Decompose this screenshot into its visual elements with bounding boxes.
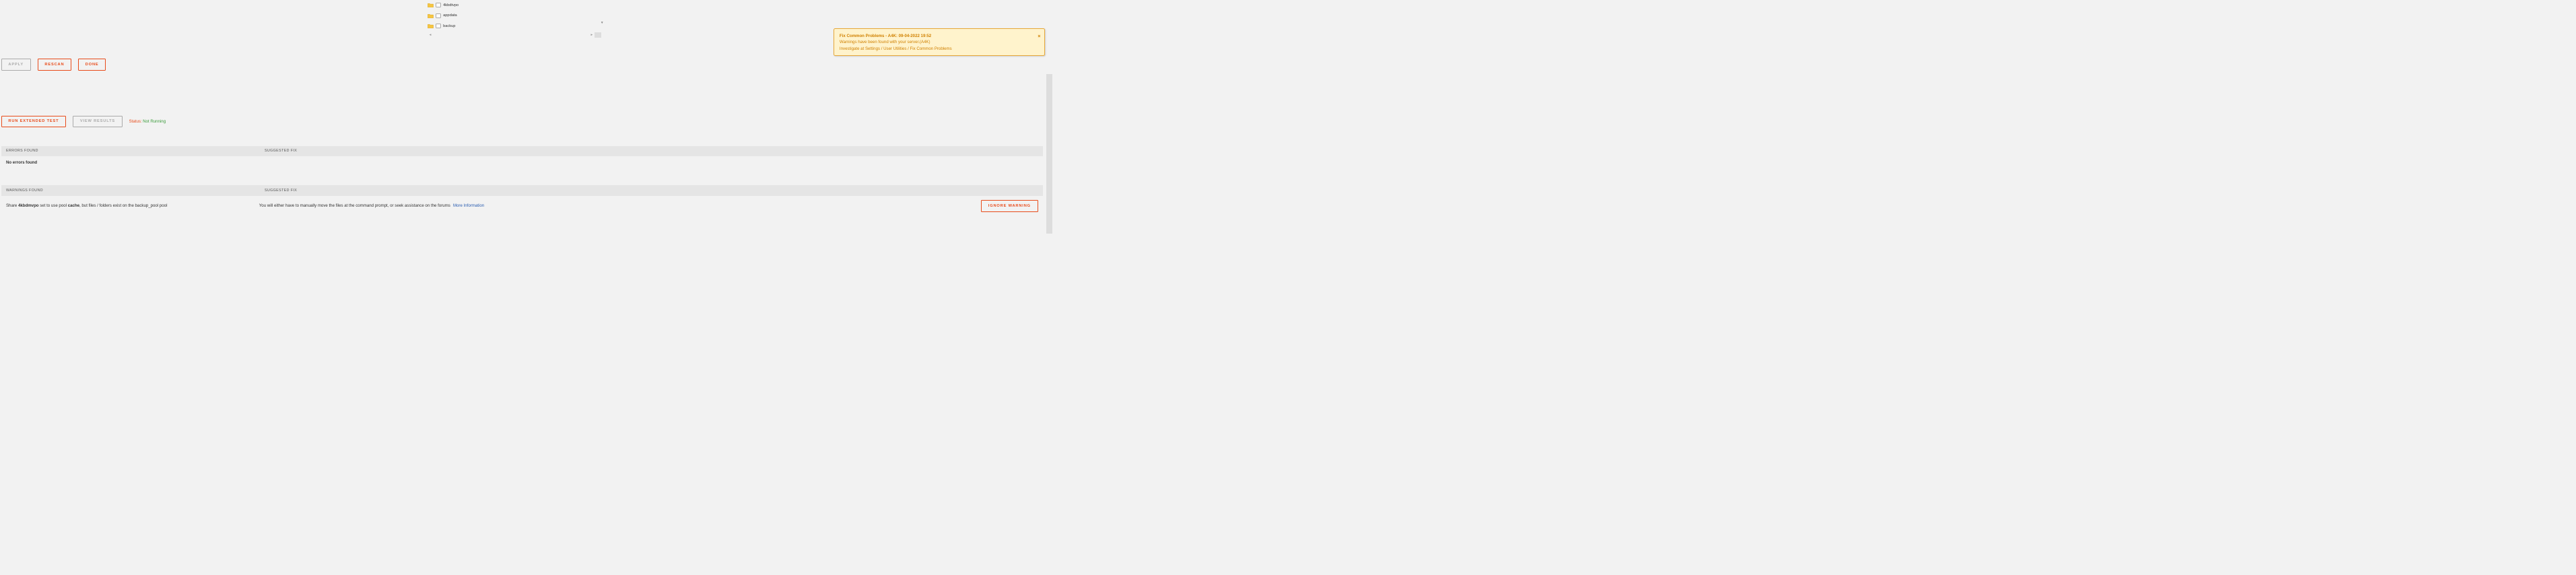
warning-description: Share 4kbdmvpo set to use pool cache, bu… (6, 203, 259, 209)
chevron-down-icon[interactable]: ▼ (601, 22, 604, 25)
vertical-scrollbar[interactable] (1046, 74, 1052, 234)
warning-pool-name: cache (68, 203, 79, 208)
notification-line: Warnings have been found with your serve… (840, 39, 1036, 45)
warning-post: , but files / folders exist on the backu… (79, 203, 167, 208)
action-button-row: Apply Rescan Done (1, 59, 106, 71)
no-errors-text: No errors found (6, 160, 37, 165)
folder-icon (428, 24, 434, 28)
status-value: Not Running (143, 119, 166, 124)
status-label: Status: (129, 119, 142, 124)
errors-header: ERRORS FOUND SUGGESTED FIX (1, 146, 1043, 157)
notification-toast: × Fix Common Problems - A4K: 09-04-2022 … (834, 28, 1046, 56)
folder-icon (428, 13, 434, 18)
warning-pre: Share (6, 203, 18, 208)
run-extended-test-button[interactable]: Run Extended Test (1, 116, 67, 128)
errors-header-left: ERRORS FOUND (6, 149, 265, 153)
warnings-row: Share 4kbdmvpo set to use pool cache, bu… (1, 196, 1043, 215)
tree-row[interactable]: backup (425, 21, 604, 32)
tree-row[interactable]: appdata (425, 11, 604, 22)
folder-icon (428, 3, 434, 7)
done-button[interactable]: Done (78, 59, 106, 71)
tree-row[interactable]: 4kbdtvpo (425, 0, 604, 11)
ignore-warning-button[interactable]: Ignore Warning (981, 200, 1038, 212)
warning-mid: set to use pool (39, 203, 68, 208)
tree-checkbox[interactable] (436, 24, 440, 28)
warning-share-name: 4kbdmvpo (18, 203, 39, 208)
scroll-thumb[interactable] (595, 32, 601, 38)
view-results-button: View Results (73, 116, 123, 128)
tree-item-label: 4kbdtvpo (443, 3, 459, 7)
warnings-header: WARNINGS FOUND SUGGESTED FIX (1, 185, 1043, 196)
errors-header-right: SUGGESTED FIX (265, 149, 1038, 153)
tree-item-label: backup (443, 24, 455, 28)
warnings-section: WARNINGS FOUND SUGGESTED FIX Share 4kbdm… (1, 185, 1043, 215)
errors-section: ERRORS FOUND SUGGESTED FIX No errors fou… (1, 146, 1043, 169)
notification-title: Fix Common Problems - A4K: 09-04-2022 19… (840, 33, 1036, 39)
warnings-header-right: SUGGESTED FIX (265, 189, 1038, 193)
tree-checkbox[interactable] (436, 3, 440, 7)
warning-fix-body: You will either have to manually move th… (259, 203, 450, 208)
tree-checkbox[interactable] (436, 13, 440, 18)
close-icon[interactable]: × (1038, 32, 1040, 40)
scroll-right-icon[interactable]: ▸ (590, 33, 592, 37)
test-controls-row: Run Extended Test View Results Status: N… (1, 116, 166, 128)
errors-row: No errors found (1, 156, 1043, 168)
warnings-header-left: WARNINGS FOUND (6, 189, 265, 193)
apply-button: Apply (1, 59, 31, 71)
warning-fix-text: You will either have to manually move th… (259, 203, 484, 208)
notification-line: Investigate at Settings / User Utilities… (840, 46, 1036, 52)
tree-item-label: appdata (443, 13, 457, 18)
scroll-left-icon[interactable]: ◂ (430, 33, 432, 37)
rescan-button[interactable]: Rescan (38, 59, 72, 71)
folder-tree: 4kbdtvpo appdata backup ▼ ◂ ▸ (425, 0, 604, 39)
more-information-link[interactable]: More Information (453, 203, 484, 208)
tree-horizontal-scroll: ◂ ▸ (425, 32, 604, 39)
warning-fix-cell: You will either have to manually move th… (259, 200, 1038, 212)
